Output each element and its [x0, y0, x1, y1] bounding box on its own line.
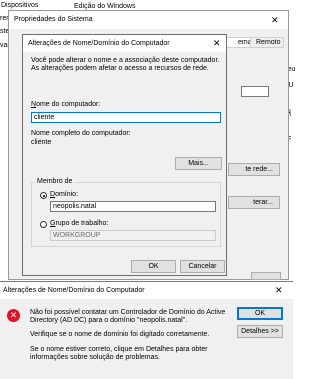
system-properties-titlebar: Propriedades do Sistema ✕	[9, 11, 288, 29]
error-message-2: Verifique se o nome de domínio foi digit…	[30, 331, 210, 338]
name-change-dialog: Alterações de Nome/Domínio do Computador…	[22, 34, 227, 276]
name-change-ok-button[interactable]: OK	[131, 260, 176, 273]
details-button[interactable]: Detalhes >>	[237, 325, 283, 338]
name-change-cancel-button[interactable]: Cancelar	[180, 260, 225, 273]
error-message-3: Se o nome estiver correto, clique em Det…	[30, 346, 208, 361]
error-icon: ✕	[7, 309, 20, 322]
sysprops-field-1	[241, 86, 269, 97]
error-close-icon[interactable]: ✕	[275, 286, 283, 295]
name-change-titlebar: Alterações de Nome/Domínio do Computador…	[23, 35, 226, 52]
workgroup-radio[interactable]	[40, 221, 47, 228]
full-name-value: cliente	[31, 139, 52, 146]
workgroup-input[interactable]: WORKGROUP	[50, 230, 216, 241]
computer-name-input[interactable]: cliente	[31, 112, 221, 123]
tab-partial[interactable]: ema	[225, 37, 252, 48]
system-properties-title: Propriedades do Sistema	[14, 16, 93, 23]
name-change-title: Alterações de Nome/Domínio do Computador	[28, 40, 170, 47]
tab-remote[interactable]: Remoto	[250, 37, 284, 48]
name-change-intro: Você pode alterar o nome e a associação …	[31, 57, 220, 72]
domain-radio[interactable]	[40, 192, 47, 199]
full-name-label: Nome completo do computador:	[31, 130, 131, 137]
bg-item-devices: Dispositivos	[1, 2, 39, 9]
name-change-close-icon[interactable]: ✕	[213, 39, 221, 48]
more-button[interactable]: Mais...	[175, 157, 222, 170]
error-titlebar: Alterações de Nome/Domínio do Computador…	[0, 282, 293, 298]
sysprops-bottom-button[interactable]	[251, 272, 281, 280]
tab-remote-label: Remoto	[256, 39, 281, 46]
workgroup-label-text: rupo de trabalho:	[55, 220, 109, 227]
error-body: ✕ Não foi possível contatar um Controlad…	[0, 299, 293, 379]
error-ok-button[interactable]: OK	[237, 307, 283, 320]
member-of-label: Membro de	[35, 178, 75, 185]
bg-windows-edition: Edição do Windows	[74, 3, 136, 10]
network-id-button[interactable]: te rede...	[228, 163, 280, 176]
change-button[interactable]: terar...	[228, 196, 280, 209]
domain-label-text: omínio:	[55, 191, 79, 198]
error-title: Alterações de Nome/Domínio do Computador	[3, 287, 145, 294]
workgroup-label: Grupo de trabalho:	[50, 220, 108, 227]
domain-label: Domínio:	[50, 191, 78, 198]
system-properties-close-icon[interactable]: ✕	[271, 16, 279, 25]
error-message-1: Não foi possível contatar um Controlador…	[30, 309, 226, 324]
domain-input[interactable]: neopolis.natal	[50, 201, 216, 212]
computer-name-label-text: ome do computador:	[36, 101, 101, 108]
error-dialog: Alterações de Nome/Domínio do Computador…	[0, 281, 293, 379]
computer-name-label: Nome do computador:	[31, 101, 100, 108]
